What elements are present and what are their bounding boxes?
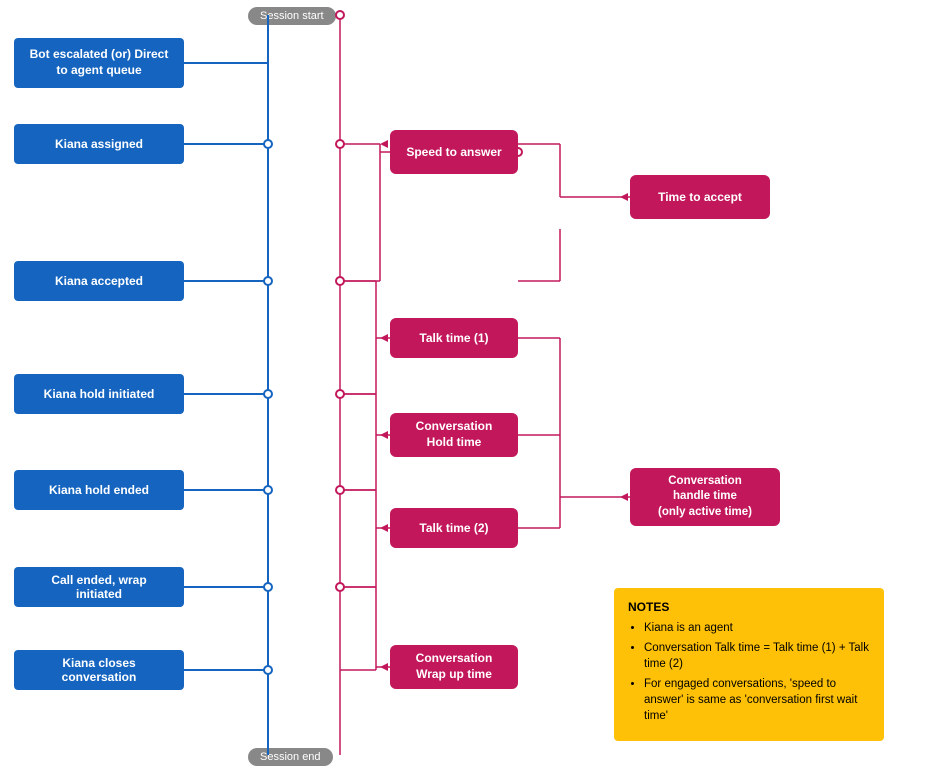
metric-conversation-hold-time: ConversationHold time — [390, 413, 518, 457]
event-kiana-closes: Kiana closes conversation — [14, 650, 184, 690]
session-end-label: Session end — [248, 748, 333, 766]
note-item-2: Conversation Talk time = Talk time (1) +… — [644, 640, 870, 672]
event-kiana-assigned: Kiana assigned — [14, 124, 184, 164]
note-item-1: Kiana is an agent — [644, 620, 870, 636]
event-kiana-accepted: Kiana accepted — [14, 261, 184, 301]
event-kiana-hold-initiated: Kiana hold initiated — [14, 374, 184, 414]
diagram-container: Session start Session end — [0, 0, 929, 777]
metric-conversation-wrap-up: ConversationWrap up time — [390, 645, 518, 689]
metric-speed-to-answer: Speed to answer — [390, 130, 518, 174]
note-item-3: For engaged conversations, 'speed to ans… — [644, 676, 870, 724]
event-call-ended: Call ended, wrap initiated — [14, 567, 184, 607]
aggregate-conversation-handle: Conversationhandle time(only active time… — [630, 468, 780, 526]
aggregate-time-to-accept: Time to accept — [630, 175, 770, 219]
session-start-label: Session start — [248, 7, 336, 25]
metric-talk-time-2: Talk time (2) — [390, 508, 518, 548]
notes-list: Kiana is an agent Conversation Talk time… — [628, 620, 870, 725]
metric-talk-time-1: Talk time (1) — [390, 318, 518, 358]
event-kiana-hold-ended: Kiana hold ended — [14, 470, 184, 510]
notes-box: NOTES Kiana is an agent Conversation Tal… — [614, 588, 884, 741]
event-bot-escalated: Bot escalated (or) Direct to agent queue — [14, 38, 184, 88]
notes-title: NOTES — [628, 600, 870, 614]
